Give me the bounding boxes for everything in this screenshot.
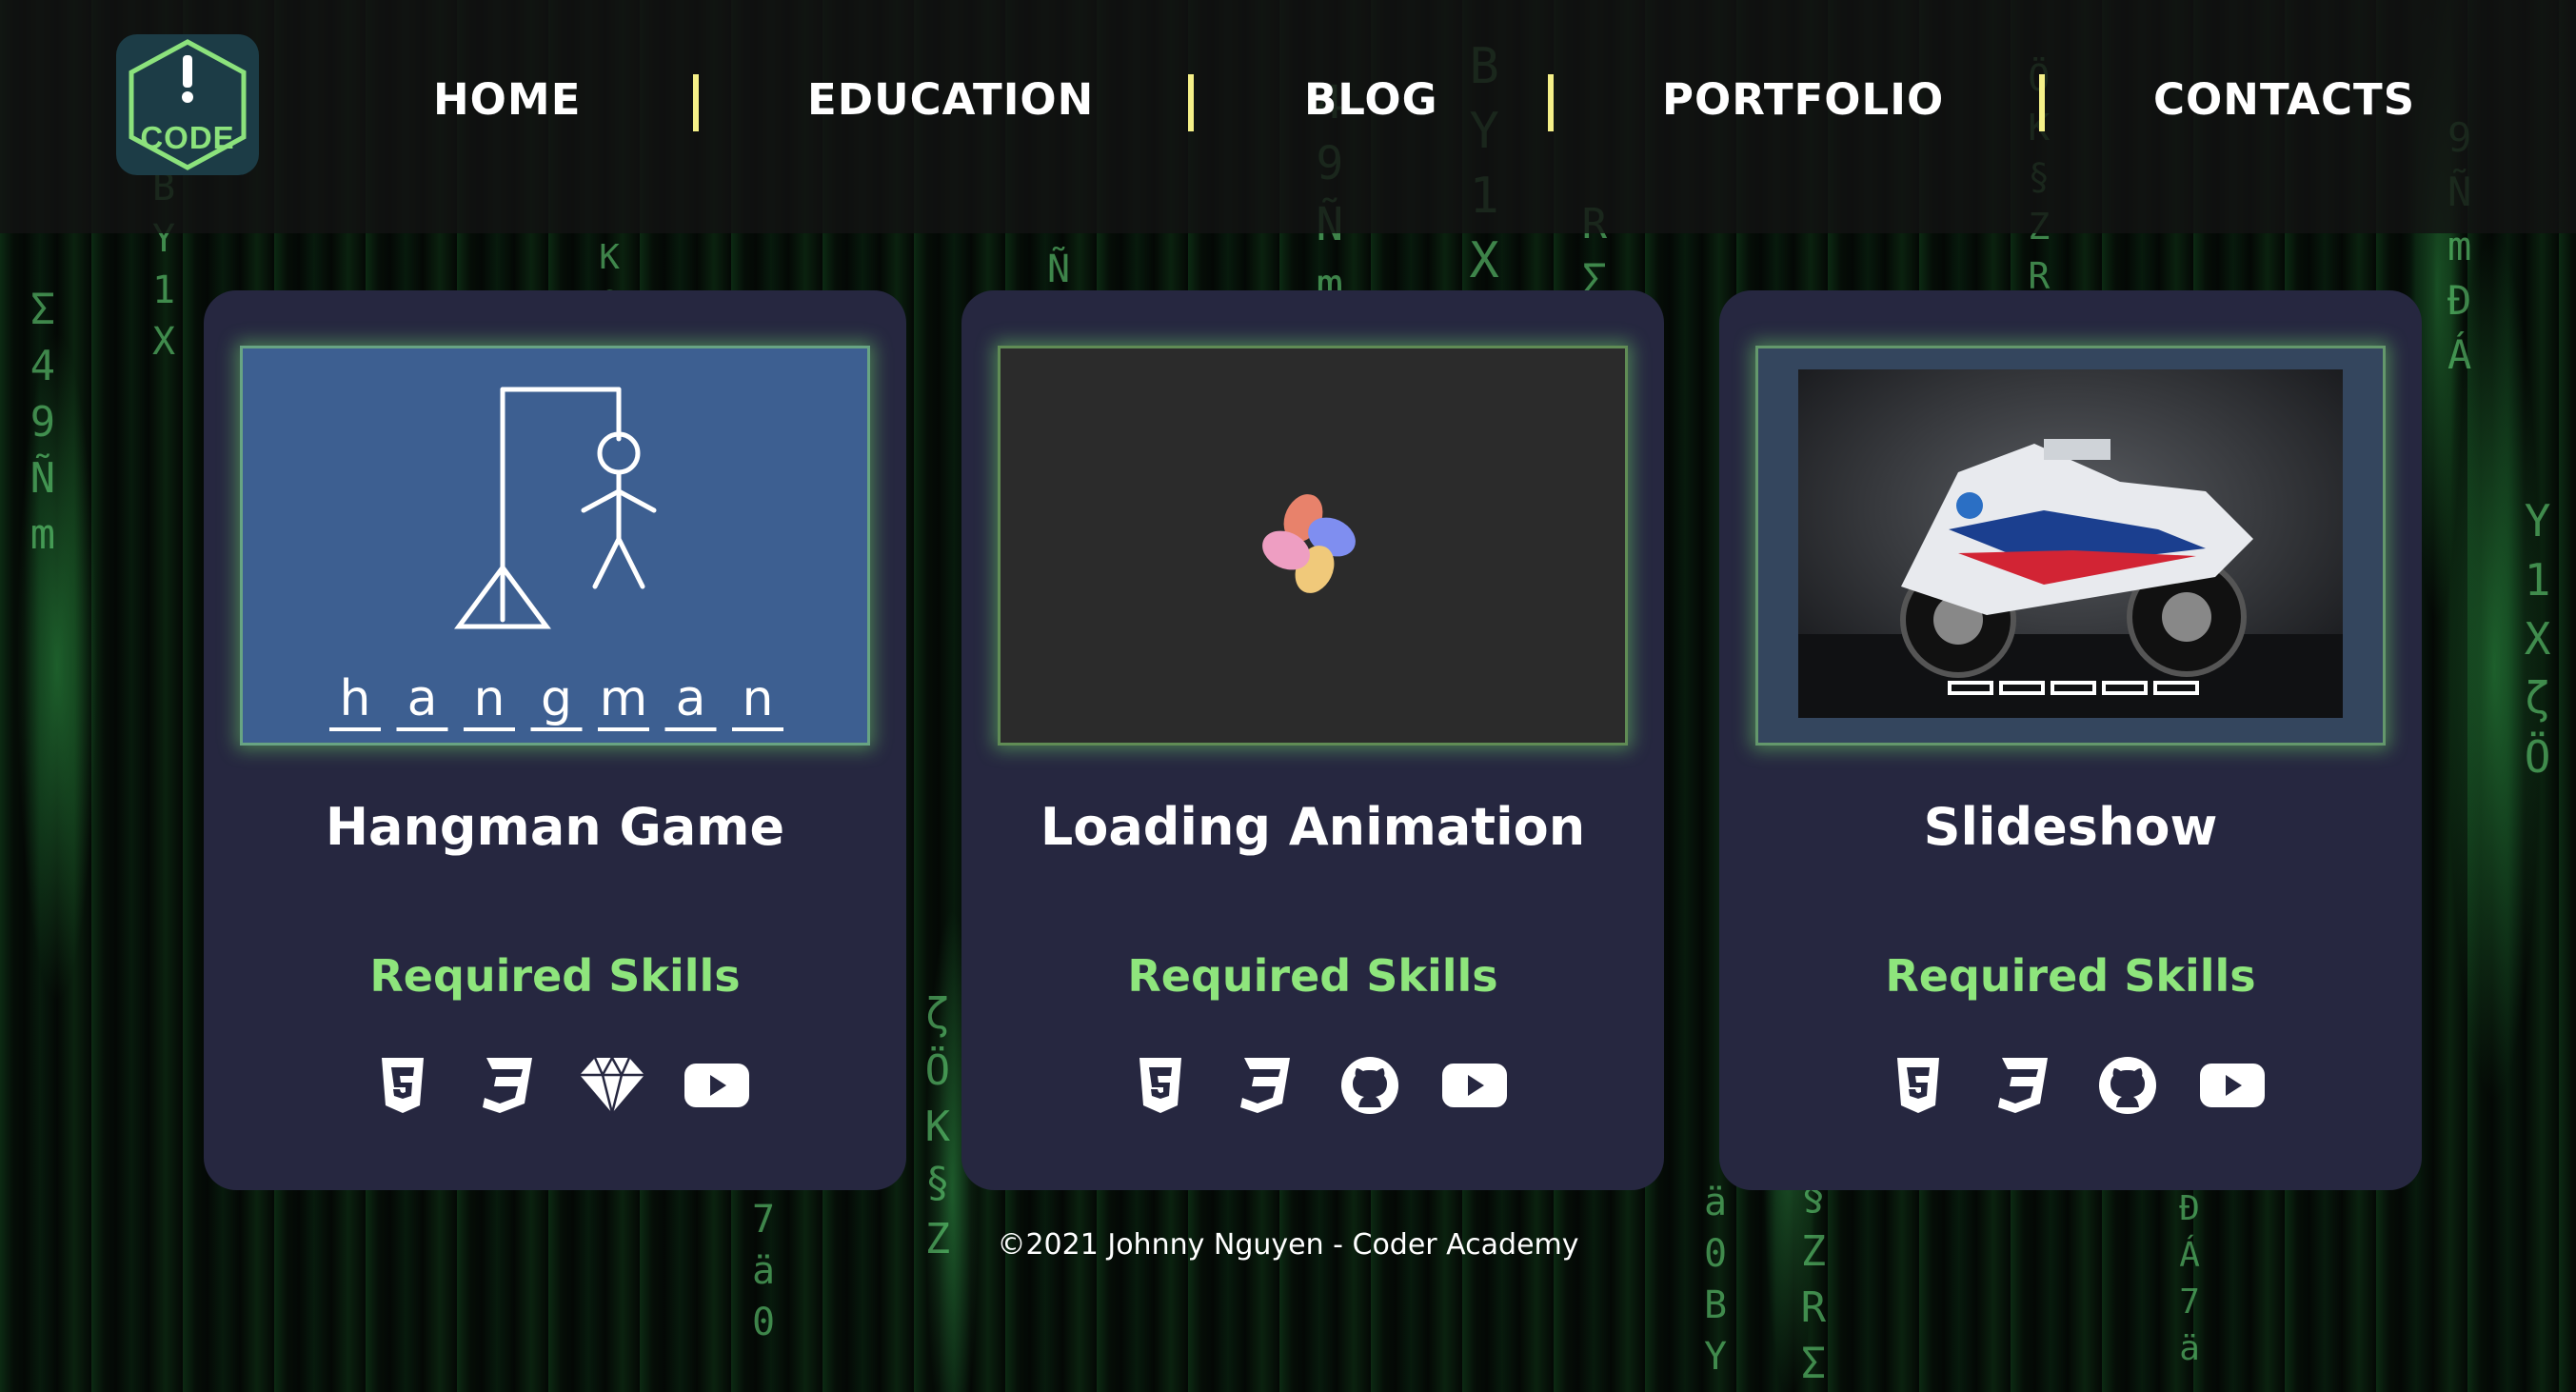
required-skills-heading: Required Skills: [1885, 950, 2256, 1002]
nav-education[interactable]: EDUCATION: [807, 74, 1094, 125]
required-skills-heading: Required Skills: [369, 950, 741, 1002]
nav-separator: [2039, 74, 2045, 131]
youtube-icon[interactable]: [1440, 1052, 1509, 1119]
footer-copyright: ©2021 Johnny Nguyen - Coder Academy: [997, 1228, 1579, 1262]
loading-spinner-icon: [1262, 494, 1356, 593]
html5-icon[interactable]: [1126, 1052, 1195, 1119]
motorcycle-slide-image: [1798, 369, 2343, 718]
hangman-letter: a: [676, 670, 706, 727]
html5-icon[interactable]: [368, 1052, 437, 1119]
css3-icon[interactable]: [473, 1052, 542, 1119]
hangman-letter: m: [600, 670, 648, 727]
youtube-icon[interactable]: [683, 1052, 751, 1119]
project-title: Slideshow: [1923, 797, 2218, 857]
project-title: Loading Animation: [1040, 797, 1586, 857]
project-card-slideshow: Slideshow Required Skills: [1719, 290, 2422, 1190]
nav-portfolio[interactable]: PORTFOLIO: [1662, 74, 1944, 125]
sketch-icon[interactable]: [578, 1052, 646, 1119]
nav-home[interactable]: HOME: [433, 74, 581, 125]
nav-separator: [693, 74, 699, 131]
skills-row: [1719, 1052, 2422, 1119]
required-skills-heading: Required Skills: [1127, 950, 1498, 1002]
project-card-loading: Loading Animation Required Skills: [961, 290, 1664, 1190]
nav-contacts[interactable]: CONTACTS: [2153, 74, 2415, 125]
skills-row: [204, 1052, 906, 1119]
css3-icon[interactable]: [1231, 1052, 1299, 1119]
youtube-icon[interactable]: [2198, 1052, 2267, 1119]
loading-thumbnail[interactable]: [998, 346, 1628, 746]
nav-blog[interactable]: BLOG: [1304, 74, 1438, 125]
hangman-letter: n: [743, 670, 774, 727]
matrix-glyph-column: Y1XζÖ: [2511, 495, 2564, 790]
slideshow-thumbnail[interactable]: [1755, 346, 2386, 746]
hangman-letter: n: [474, 670, 505, 727]
hangman-letter: g: [541, 670, 572, 727]
matrix-glyph-column: §ZRΣ4: [1789, 1171, 1838, 1392]
nav-separator: [1188, 74, 1194, 131]
matrix-glyph-column: ä0BY1: [1694, 1181, 1737, 1392]
hangman-thumbnail[interactable]: hangman: [240, 346, 870, 746]
github-icon[interactable]: [2093, 1052, 2162, 1119]
project-title: Hangman Game: [325, 797, 785, 857]
matrix-glyph-column: Σ49Ñm: [18, 286, 68, 567]
hangman-drawing-icon: hangman: [329, 387, 783, 731]
css3-icon[interactable]: [1989, 1052, 2057, 1119]
skills-row: [961, 1052, 1664, 1119]
github-icon[interactable]: [1336, 1052, 1404, 1119]
nav-separator: [1548, 74, 1554, 131]
hangman-letter: a: [407, 670, 438, 727]
main-nav: HOME EDUCATION BLOG PORTFOLIO CONTACTS: [0, 0, 2576, 209]
project-card-hangman: hangman Hangman Game Required Skills: [204, 290, 906, 1190]
html5-icon[interactable]: [1884, 1052, 1952, 1119]
header-bar: CODE HOME EDUCATION BLOG PORTFOLIO CONTA…: [0, 0, 2576, 233]
hangman-letter: h: [340, 670, 371, 727]
